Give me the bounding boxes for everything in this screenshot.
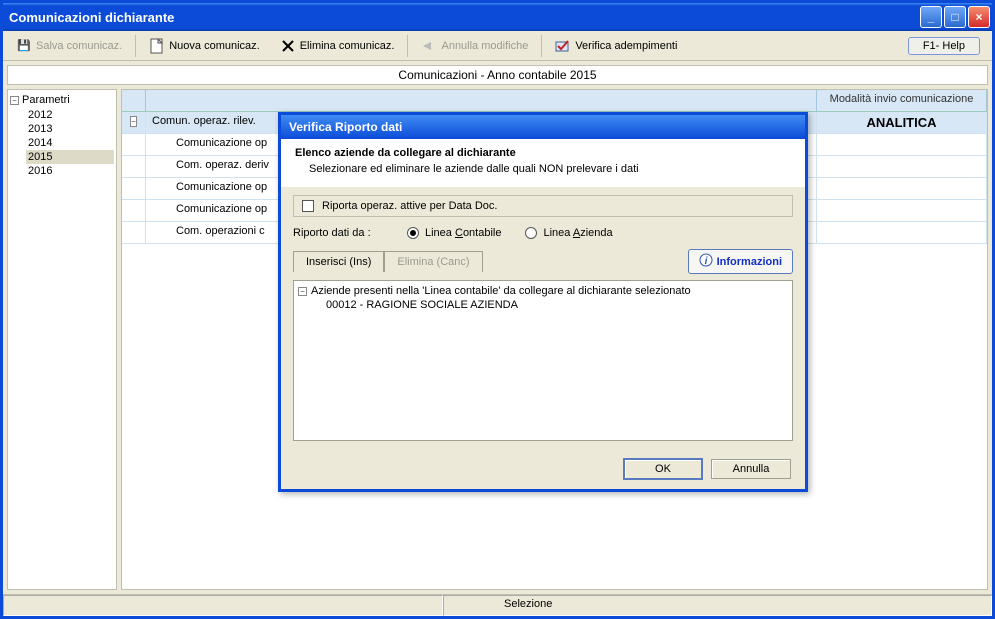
tree-root[interactable]: − Parametri	[10, 94, 114, 106]
checkbox-icon[interactable]	[302, 200, 314, 212]
tree-year-selected[interactable]: 2015	[26, 150, 114, 164]
list-root[interactable]: − Aziende presenti nella 'Linea contabil…	[298, 285, 788, 297]
radio-linea-contabile[interactable]: Linea Contabile	[407, 227, 501, 239]
cancel-button[interactable]: Annulla	[711, 459, 791, 479]
radio-linea-azienda[interactable]: Linea Azienda	[525, 227, 612, 239]
grid-header-mod[interactable]: Modalità invio comunicazione	[817, 90, 987, 111]
dialog-verifica-riporto: Verifica Riporto dati Elenco aziende da …	[278, 112, 808, 492]
radio-row: Riporto dati da : Linea Contabile Linea …	[293, 223, 793, 243]
status-cell-selezione: Selezione	[443, 595, 992, 616]
delete-list-button: Elimina (Canc)	[384, 251, 482, 272]
tree-year[interactable]: 2012	[26, 108, 114, 122]
svg-text:i: i	[704, 256, 707, 267]
dialog-footer: OK Annulla	[281, 449, 805, 489]
verify-button[interactable]: Verifica adempimenti	[546, 34, 686, 58]
info-label: Informazioni	[717, 256, 782, 268]
info-button[interactable]: i Informazioni	[688, 249, 793, 274]
checkbox-row[interactable]: Riporta operaz. attive per Data Doc.	[293, 195, 793, 217]
tree-children: 2012 2013 2014 2015 2016	[26, 108, 114, 178]
save-label: Salva comunicaz.	[36, 40, 122, 52]
status-bar: Selezione	[3, 594, 992, 616]
list-root-label: Aziende presenti nella 'Linea contabile'…	[311, 285, 691, 297]
new-label: Nuova comunicaz.	[169, 40, 260, 52]
status-cell-left	[3, 595, 443, 616]
close-button[interactable]: ×	[968, 6, 990, 28]
maximize-button[interactable]: □	[944, 6, 966, 28]
grid-header-expand	[122, 90, 146, 111]
insert-button[interactable]: Inserisci (Ins)	[293, 251, 384, 272]
button-row: Inserisci (Ins) Elimina (Canc) i Informa…	[293, 249, 793, 274]
undo-button: Annulla modifiche	[412, 34, 537, 58]
delete-label: Elimina comunicaz.	[300, 40, 395, 52]
toolbar: 💾 Salva comunicaz. Nuova comunicaz. Elim…	[3, 31, 992, 61]
year-header: Comunicazioni - Anno contabile 2015	[7, 65, 988, 85]
verify-icon	[555, 38, 571, 54]
radio-text: Linea Contabile	[425, 227, 501, 239]
dialog-title: Verifica Riporto dati	[281, 115, 805, 139]
new-icon	[149, 38, 165, 54]
dialog-header: Elenco aziende da collegare al dichiaran…	[281, 139, 805, 187]
info-icon: i	[699, 253, 713, 270]
tree-year[interactable]: 2013	[26, 122, 114, 136]
undo-icon	[421, 38, 437, 54]
dialog-heading: Elenco aziende da collegare al dichiaran…	[295, 147, 791, 159]
grid-header-desc	[146, 90, 817, 111]
new-button[interactable]: Nuova comunicaz.	[140, 34, 269, 58]
radio-label: Riporto dati da :	[293, 227, 383, 239]
save-icon: 💾	[16, 38, 32, 54]
dialog-subheading: Selezionare ed eliminare le aziende dall…	[309, 163, 791, 175]
tree-year[interactable]: 2016	[26, 164, 114, 178]
company-list[interactable]: − Aziende presenti nella 'Linea contabil…	[293, 280, 793, 441]
tree-root-label: Parametri	[22, 94, 70, 106]
delete-button[interactable]: Elimina comunicaz.	[271, 34, 404, 58]
grid-cell-mod: ANALITICA	[817, 112, 987, 133]
checkbox-label: Riporta operaz. attive per Data Doc.	[322, 200, 497, 212]
verify-label: Verifica adempimenti	[575, 40, 677, 52]
collapse-icon[interactable]: −	[298, 287, 307, 296]
undo-label: Annulla modifiche	[441, 40, 528, 52]
grid-header: Modalità invio comunicazione	[122, 90, 987, 112]
ok-button[interactable]: OK	[623, 458, 703, 480]
tree-year[interactable]: 2014	[26, 136, 114, 150]
expand-icon[interactable]: −	[122, 112, 146, 133]
tree-panel: − Parametri 2012 2013 2014 2015 2016	[7, 89, 117, 590]
minimize-button[interactable]: _	[920, 6, 942, 28]
window-buttons: _ □ ×	[920, 6, 990, 28]
help-button[interactable]: F1- Help	[908, 37, 980, 55]
list-item[interactable]: 00012 - RAGIONE SOCIALE AZIENDA	[326, 299, 788, 311]
save-button: 💾 Salva comunicaz.	[7, 34, 131, 58]
window-title: Comunicazioni dichiarante	[9, 10, 920, 25]
radio-icon[interactable]	[525, 227, 537, 239]
collapse-icon[interactable]: −	[10, 96, 19, 105]
delete-icon	[280, 38, 296, 54]
titlebar: Comunicazioni dichiarante _ □ ×	[3, 3, 992, 31]
radio-text: Linea Azienda	[543, 227, 612, 239]
radio-icon[interactable]	[407, 227, 419, 239]
